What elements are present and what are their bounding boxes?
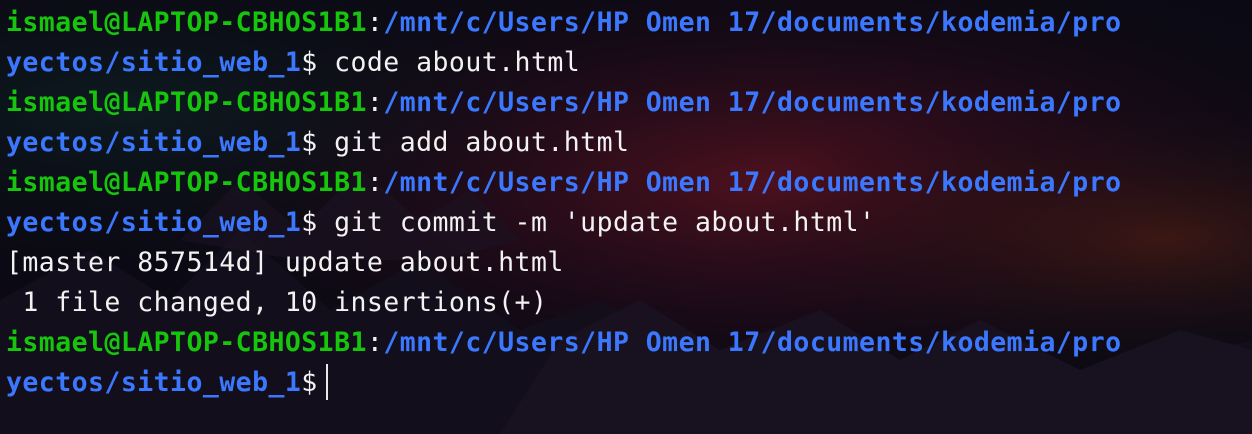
prompt-user-host: ismael@LAPTOP-CBHOS1B1 [6, 327, 367, 358]
prompt-line: ismael@LAPTOP-CBHOS1B1:/mnt/c/Users/HP O… [6, 163, 1252, 203]
command-text: git add about.html [334, 127, 630, 158]
prompt-separator: : [366, 87, 384, 118]
prompt-symbol: $ [301, 47, 318, 78]
prompt-path-continued: yectos/sitio_web_1 [6, 127, 302, 158]
prompt-path-continued: yectos/sitio_web_1 [6, 47, 302, 78]
prompt-path: /mnt/c/Users/HP Omen 17/documents/kodemi… [383, 167, 1122, 198]
prompt-symbol: $ [301, 207, 318, 238]
prompt-line: ismael@LAPTOP-CBHOS1B1:/mnt/c/Users/HP O… [6, 3, 1252, 43]
active-prompt-line[interactable]: yectos/sitio_web_1$ [6, 363, 1252, 403]
prompt-path-continued: yectos/sitio_web_1 [6, 367, 302, 398]
output-text: [master 857514d] update about.html [6, 247, 564, 278]
output-line: [master 857514d] update about.html [6, 243, 1252, 283]
prompt-line: ismael@LAPTOP-CBHOS1B1:/mnt/c/Users/HP O… [6, 323, 1252, 363]
prompt-path: /mnt/c/Users/HP Omen 17/documents/kodemi… [383, 87, 1122, 118]
terminal-window[interactable]: ismael@LAPTOP-CBHOS1B1:/mnt/c/Users/HP O… [0, 0, 1252, 434]
prompt-line-wrap: yectos/sitio_web_1$ git add about.html [6, 123, 1252, 163]
prompt-line-wrap: yectos/sitio_web_1$ git commit -m 'updat… [6, 203, 1252, 243]
prompt-symbol: $ [301, 127, 318, 158]
prompt-symbol: $ [301, 367, 318, 398]
prompt-line: ismael@LAPTOP-CBHOS1B1:/mnt/c/Users/HP O… [6, 83, 1252, 123]
text-cursor [325, 363, 328, 400]
prompt-separator: : [366, 327, 384, 358]
command-text: code about.html [334, 47, 581, 78]
prompt-separator: : [366, 167, 384, 198]
prompt-user-host: ismael@LAPTOP-CBHOS1B1 [6, 87, 367, 118]
prompt-user-host: ismael@LAPTOP-CBHOS1B1 [6, 7, 367, 38]
prompt-user-host: ismael@LAPTOP-CBHOS1B1 [6, 167, 367, 198]
output-line: 1 file changed, 10 insertions(+) [6, 283, 1252, 323]
prompt-line-wrap: yectos/sitio_web_1$ code about.html [6, 43, 1252, 83]
prompt-separator: : [366, 7, 384, 38]
command-text: git commit -m 'update about.html' [334, 207, 876, 238]
prompt-path: /mnt/c/Users/HP Omen 17/documents/kodemi… [383, 7, 1122, 38]
output-text: 1 file changed, 10 insertions(+) [6, 287, 548, 318]
prompt-path-continued: yectos/sitio_web_1 [6, 207, 302, 238]
prompt-path: /mnt/c/Users/HP Omen 17/documents/kodemi… [383, 327, 1122, 358]
